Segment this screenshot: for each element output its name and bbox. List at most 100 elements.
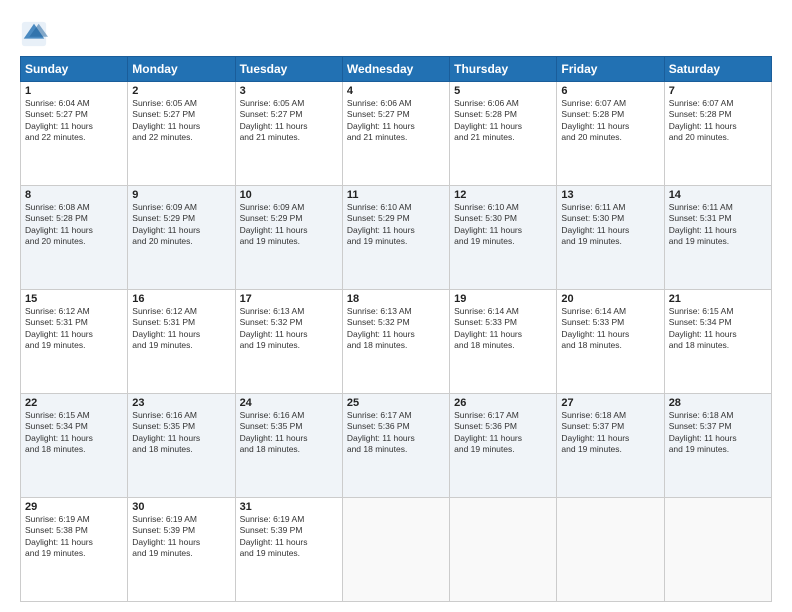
day-cell: 11Sunrise: 6:10 AMSunset: 5:29 PMDayligh… <box>342 186 449 290</box>
day-number: 19 <box>454 293 552 305</box>
logo-icon <box>20 20 48 48</box>
day-cell: 23Sunrise: 6:16 AMSunset: 5:35 PMDayligh… <box>128 394 235 498</box>
day-number: 4 <box>347 85 445 97</box>
page: SundayMondayTuesdayWednesdayThursdayFrid… <box>0 0 792 612</box>
day-info: Sunrise: 6:18 AMSunset: 5:37 PMDaylight:… <box>561 410 659 456</box>
day-info: Sunrise: 6:16 AMSunset: 5:35 PMDaylight:… <box>240 410 338 456</box>
day-cell: 30Sunrise: 6:19 AMSunset: 5:39 PMDayligh… <box>128 498 235 602</box>
header-row: SundayMondayTuesdayWednesdayThursdayFrid… <box>21 57 772 82</box>
day-number: 7 <box>669 85 767 97</box>
calendar-body: 1Sunrise: 6:04 AMSunset: 5:27 PMDaylight… <box>21 82 772 602</box>
day-cell: 12Sunrise: 6:10 AMSunset: 5:30 PMDayligh… <box>450 186 557 290</box>
day-cell: 20Sunrise: 6:14 AMSunset: 5:33 PMDayligh… <box>557 290 664 394</box>
col-header-monday: Monday <box>128 57 235 82</box>
day-cell <box>664 498 771 602</box>
week-row-1: 1Sunrise: 6:04 AMSunset: 5:27 PMDaylight… <box>21 82 772 186</box>
day-info: Sunrise: 6:04 AMSunset: 5:27 PMDaylight:… <box>25 98 123 144</box>
day-cell: 2Sunrise: 6:05 AMSunset: 5:27 PMDaylight… <box>128 82 235 186</box>
day-number: 16 <box>132 293 230 305</box>
day-info: Sunrise: 6:09 AMSunset: 5:29 PMDaylight:… <box>240 202 338 248</box>
day-number: 29 <box>25 501 123 513</box>
day-info: Sunrise: 6:06 AMSunset: 5:27 PMDaylight:… <box>347 98 445 144</box>
day-cell: 16Sunrise: 6:12 AMSunset: 5:31 PMDayligh… <box>128 290 235 394</box>
day-cell <box>557 498 664 602</box>
week-row-2: 8Sunrise: 6:08 AMSunset: 5:28 PMDaylight… <box>21 186 772 290</box>
day-info: Sunrise: 6:14 AMSunset: 5:33 PMDaylight:… <box>454 306 552 352</box>
day-info: Sunrise: 6:19 AMSunset: 5:39 PMDaylight:… <box>132 514 230 560</box>
day-info: Sunrise: 6:15 AMSunset: 5:34 PMDaylight:… <box>25 410 123 456</box>
day-info: Sunrise: 6:05 AMSunset: 5:27 PMDaylight:… <box>132 98 230 144</box>
col-header-sunday: Sunday <box>21 57 128 82</box>
day-info: Sunrise: 6:15 AMSunset: 5:34 PMDaylight:… <box>669 306 767 352</box>
day-info: Sunrise: 6:17 AMSunset: 5:36 PMDaylight:… <box>347 410 445 456</box>
day-number: 31 <box>240 501 338 513</box>
day-cell <box>342 498 449 602</box>
day-number: 11 <box>347 189 445 201</box>
day-number: 28 <box>669 397 767 409</box>
day-number: 8 <box>25 189 123 201</box>
day-number: 22 <box>25 397 123 409</box>
day-number: 1 <box>25 85 123 97</box>
day-cell: 5Sunrise: 6:06 AMSunset: 5:28 PMDaylight… <box>450 82 557 186</box>
day-number: 17 <box>240 293 338 305</box>
day-cell: 24Sunrise: 6:16 AMSunset: 5:35 PMDayligh… <box>235 394 342 498</box>
day-cell: 14Sunrise: 6:11 AMSunset: 5:31 PMDayligh… <box>664 186 771 290</box>
header <box>20 16 772 48</box>
day-info: Sunrise: 6:11 AMSunset: 5:31 PMDaylight:… <box>669 202 767 248</box>
day-info: Sunrise: 6:12 AMSunset: 5:31 PMDaylight:… <box>25 306 123 352</box>
day-number: 10 <box>240 189 338 201</box>
day-cell: 22Sunrise: 6:15 AMSunset: 5:34 PMDayligh… <box>21 394 128 498</box>
day-number: 25 <box>347 397 445 409</box>
day-number: 15 <box>25 293 123 305</box>
col-header-wednesday: Wednesday <box>342 57 449 82</box>
day-cell: 29Sunrise: 6:19 AMSunset: 5:38 PMDayligh… <box>21 498 128 602</box>
day-number: 21 <box>669 293 767 305</box>
day-cell: 25Sunrise: 6:17 AMSunset: 5:36 PMDayligh… <box>342 394 449 498</box>
day-number: 14 <box>669 189 767 201</box>
day-info: Sunrise: 6:10 AMSunset: 5:29 PMDaylight:… <box>347 202 445 248</box>
day-info: Sunrise: 6:17 AMSunset: 5:36 PMDaylight:… <box>454 410 552 456</box>
day-info: Sunrise: 6:19 AMSunset: 5:38 PMDaylight:… <box>25 514 123 560</box>
day-number: 13 <box>561 189 659 201</box>
day-number: 12 <box>454 189 552 201</box>
day-info: Sunrise: 6:06 AMSunset: 5:28 PMDaylight:… <box>454 98 552 144</box>
day-cell: 31Sunrise: 6:19 AMSunset: 5:39 PMDayligh… <box>235 498 342 602</box>
logo <box>20 20 50 48</box>
week-row-3: 15Sunrise: 6:12 AMSunset: 5:31 PMDayligh… <box>21 290 772 394</box>
day-cell: 21Sunrise: 6:15 AMSunset: 5:34 PMDayligh… <box>664 290 771 394</box>
day-info: Sunrise: 6:07 AMSunset: 5:28 PMDaylight:… <box>669 98 767 144</box>
day-cell: 27Sunrise: 6:18 AMSunset: 5:37 PMDayligh… <box>557 394 664 498</box>
day-cell: 1Sunrise: 6:04 AMSunset: 5:27 PMDaylight… <box>21 82 128 186</box>
day-cell: 19Sunrise: 6:14 AMSunset: 5:33 PMDayligh… <box>450 290 557 394</box>
day-info: Sunrise: 6:16 AMSunset: 5:35 PMDaylight:… <box>132 410 230 456</box>
day-info: Sunrise: 6:07 AMSunset: 5:28 PMDaylight:… <box>561 98 659 144</box>
day-number: 6 <box>561 85 659 97</box>
day-cell: 10Sunrise: 6:09 AMSunset: 5:29 PMDayligh… <box>235 186 342 290</box>
col-header-saturday: Saturday <box>664 57 771 82</box>
day-cell: 9Sunrise: 6:09 AMSunset: 5:29 PMDaylight… <box>128 186 235 290</box>
day-cell: 13Sunrise: 6:11 AMSunset: 5:30 PMDayligh… <box>557 186 664 290</box>
day-number: 23 <box>132 397 230 409</box>
day-number: 2 <box>132 85 230 97</box>
day-number: 30 <box>132 501 230 513</box>
day-number: 27 <box>561 397 659 409</box>
day-number: 18 <box>347 293 445 305</box>
day-cell: 7Sunrise: 6:07 AMSunset: 5:28 PMDaylight… <box>664 82 771 186</box>
calendar-header: SundayMondayTuesdayWednesdayThursdayFrid… <box>21 57 772 82</box>
day-number: 26 <box>454 397 552 409</box>
day-cell: 15Sunrise: 6:12 AMSunset: 5:31 PMDayligh… <box>21 290 128 394</box>
day-cell: 26Sunrise: 6:17 AMSunset: 5:36 PMDayligh… <box>450 394 557 498</box>
day-cell: 6Sunrise: 6:07 AMSunset: 5:28 PMDaylight… <box>557 82 664 186</box>
day-info: Sunrise: 6:18 AMSunset: 5:37 PMDaylight:… <box>669 410 767 456</box>
day-info: Sunrise: 6:05 AMSunset: 5:27 PMDaylight:… <box>240 98 338 144</box>
day-cell: 28Sunrise: 6:18 AMSunset: 5:37 PMDayligh… <box>664 394 771 498</box>
day-cell: 17Sunrise: 6:13 AMSunset: 5:32 PMDayligh… <box>235 290 342 394</box>
day-number: 20 <box>561 293 659 305</box>
day-info: Sunrise: 6:13 AMSunset: 5:32 PMDaylight:… <box>240 306 338 352</box>
col-header-friday: Friday <box>557 57 664 82</box>
day-number: 24 <box>240 397 338 409</box>
week-row-4: 22Sunrise: 6:15 AMSunset: 5:34 PMDayligh… <box>21 394 772 498</box>
day-cell <box>450 498 557 602</box>
col-header-thursday: Thursday <box>450 57 557 82</box>
day-info: Sunrise: 6:10 AMSunset: 5:30 PMDaylight:… <box>454 202 552 248</box>
